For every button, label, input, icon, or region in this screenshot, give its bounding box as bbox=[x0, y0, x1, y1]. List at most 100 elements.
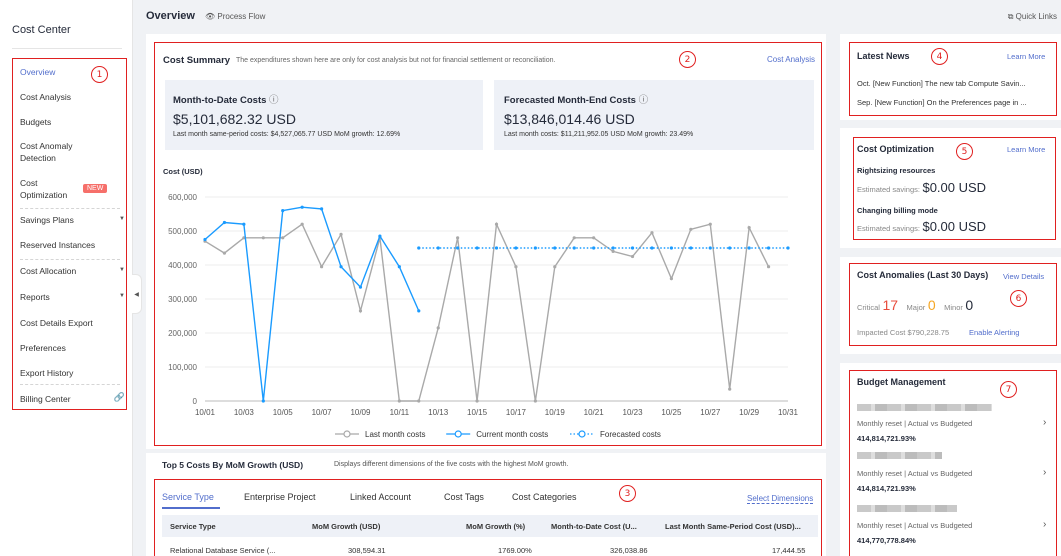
sidebar-item-cost-analysis[interactable]: Cost Analysis bbox=[20, 92, 125, 102]
y-tick-label: 600,000 bbox=[168, 193, 197, 202]
chevron-right-icon[interactable]: › bbox=[1043, 467, 1046, 478]
marker-2: 2 bbox=[679, 51, 696, 68]
col-header[interactable]: MoM Growth (USD) bbox=[312, 522, 380, 531]
enable-alerting-link[interactable]: Enable Alerting bbox=[969, 328, 1019, 337]
sidebar-item-label: Cost Anomaly bbox=[20, 141, 73, 151]
cost-summary-title: Cost Summary bbox=[163, 55, 231, 66]
table-cell-link[interactable]: Relational Database Service (... bbox=[170, 546, 275, 555]
news-item[interactable]: Oct. [New Function] The new tab Compute … bbox=[857, 79, 1047, 88]
last-month-line-point bbox=[533, 399, 537, 403]
forecast-line-point bbox=[417, 246, 421, 250]
last-month-line-point bbox=[222, 251, 227, 255]
forecast-line-point bbox=[592, 246, 596, 250]
active-tab-indicator bbox=[162, 507, 220, 509]
current-month-line bbox=[204, 206, 420, 402]
billing-mode-savings: Estimated savings: $0.00 USD bbox=[857, 219, 987, 234]
x-tick-label: 10/25 bbox=[661, 408, 682, 417]
forecast-line-point bbox=[533, 246, 537, 250]
table-cell: 308,594.31 bbox=[348, 546, 386, 555]
sidebar-item-cost-optimization[interactable]: Cost Optimization NEW bbox=[20, 178, 125, 200]
sidebar-item-cost-allocation[interactable]: Cost Allocation ▼ bbox=[20, 266, 125, 276]
forecast-line-point bbox=[475, 246, 479, 250]
current-month-line-point bbox=[242, 222, 246, 226]
sidebar-item-cost-details-export[interactable]: Cost Details Export bbox=[20, 318, 125, 328]
x-tick-label: 10/05 bbox=[273, 408, 294, 417]
select-dimensions-link[interactable]: Select Dimensions bbox=[747, 494, 814, 504]
optimization-learn-more-link[interactable]: Learn More bbox=[1007, 145, 1045, 154]
last-month-line-point bbox=[708, 222, 712, 226]
major-count: 0 bbox=[927, 297, 936, 313]
forecast-cost-box: Forecasted Month-End Costs ⓘ $13,846,014… bbox=[494, 80, 814, 150]
legend-marker bbox=[578, 430, 586, 438]
budget-value: 414,770,778.84% bbox=[857, 536, 916, 545]
help-icon[interactable]: ⓘ bbox=[639, 95, 649, 106]
help-icon[interactable]: ⓘ bbox=[269, 95, 279, 106]
forecast-line-point bbox=[728, 246, 732, 250]
collapse-sidebar-button[interactable]: ◀ bbox=[132, 274, 142, 314]
sidebar-item-reports[interactable]: Reports ▼ bbox=[20, 292, 125, 302]
current-month-line-point bbox=[281, 209, 285, 213]
current-month-line-point bbox=[417, 309, 421, 313]
sidebar-item-savings-plans[interactable]: Savings Plans ▼ bbox=[20, 215, 125, 225]
current-month-line-point bbox=[203, 237, 207, 242]
budget-meta: Monthly reset | Actual vs Budgeted bbox=[857, 469, 973, 478]
optimization-title: Cost Optimization bbox=[857, 144, 934, 154]
y-tick-label: 100,000 bbox=[168, 363, 197, 372]
anomalies-view-details-link[interactable]: View Details bbox=[1003, 272, 1044, 281]
tab-linked-account[interactable]: Linked Account bbox=[350, 492, 411, 502]
budget-meta: Monthly reset | Actual vs Budgeted bbox=[857, 521, 973, 530]
last-month-line-point bbox=[456, 236, 460, 240]
budget-value: 414,814,721.93% bbox=[857, 434, 916, 443]
x-tick-label: 10/13 bbox=[428, 408, 449, 417]
sidebar-item-cost-anomaly-detection[interactable]: Cost Anomaly Detection bbox=[20, 141, 125, 163]
sidebar-item-reserved-instances[interactable]: Reserved Instances bbox=[20, 240, 125, 250]
top5-desc: Displays different dimensions of the fiv… bbox=[334, 461, 569, 468]
chevron-right-icon[interactable]: › bbox=[1043, 417, 1046, 428]
top5-title: Top 5 Costs By MoM Growth (USD) bbox=[162, 460, 304, 470]
tab-service-type[interactable]: Service Type bbox=[162, 492, 214, 502]
cost-summary-desc: The expenditures shown here are only for… bbox=[236, 57, 556, 64]
col-header[interactable]: Month-to-Date Cost (U... bbox=[551, 522, 637, 531]
forecast-line-point bbox=[494, 246, 499, 250]
x-tick-label: 10/23 bbox=[623, 408, 644, 417]
last-month-line-point bbox=[689, 227, 693, 231]
last-month-line-point bbox=[281, 236, 285, 240]
critical-count: 17 bbox=[882, 297, 899, 313]
sidebar-item-label: Optimization bbox=[20, 190, 68, 200]
sidebar-item-overview[interactable]: Overview bbox=[20, 67, 125, 77]
divider bbox=[12, 48, 122, 49]
tab-cost-categories[interactable]: Cost Categories bbox=[512, 492, 577, 502]
process-flow-link[interactable]: 👁 Process Flow bbox=[205, 12, 265, 21]
forecast-line-point bbox=[766, 246, 771, 250]
current-month-line-point bbox=[320, 207, 324, 211]
sidebar-item-preferences[interactable]: Preferences bbox=[20, 343, 125, 353]
tab-cost-tags[interactable]: Cost Tags bbox=[444, 492, 484, 502]
last-month-line-point bbox=[669, 277, 673, 281]
cost-analysis-link[interactable]: Cost Analysis bbox=[767, 55, 815, 64]
current-month-line-point bbox=[339, 265, 343, 269]
last-month-line-point bbox=[630, 254, 635, 259]
legend-marker bbox=[454, 430, 462, 438]
sidebar-title: Cost Center bbox=[12, 24, 71, 36]
col-header[interactable]: Last Month Same-Period Cost (USD)... bbox=[665, 522, 801, 531]
sidebar-item-budgets[interactable]: Budgets bbox=[20, 117, 125, 127]
forecast-line-point bbox=[669, 246, 673, 250]
chevron-right-icon[interactable]: › bbox=[1043, 519, 1046, 530]
news-learn-more-link[interactable]: Learn More bbox=[1007, 52, 1045, 61]
forecast-line-point bbox=[650, 246, 654, 250]
sidebar-item-billing-center[interactable]: Billing Center 🔗 bbox=[20, 392, 125, 404]
col-header[interactable]: MoM Growth (%) bbox=[466, 522, 525, 531]
news-item[interactable]: Sep. [New Function] On the Preferences p… bbox=[857, 98, 1047, 107]
anomaly-counts: Critical 17 Major 0 Minor 0 bbox=[857, 297, 974, 313]
tab-enterprise-project[interactable]: Enterprise Project bbox=[244, 492, 316, 502]
x-tick-label: 10/17 bbox=[506, 408, 527, 417]
last-month-line-point bbox=[417, 399, 421, 403]
sidebar-item-export-history[interactable]: Export History bbox=[20, 368, 125, 378]
marker-6: 6 bbox=[1010, 290, 1027, 307]
forecast-line-point bbox=[514, 246, 518, 250]
marker-4: 4 bbox=[931, 48, 948, 65]
x-tick-label: 10/15 bbox=[467, 408, 488, 417]
quick-links-link[interactable]: ⧉ Quick Links bbox=[1008, 12, 1057, 22]
budget-value: 414,814,721.93% bbox=[857, 484, 916, 493]
col-header[interactable]: Service Type bbox=[170, 522, 216, 531]
